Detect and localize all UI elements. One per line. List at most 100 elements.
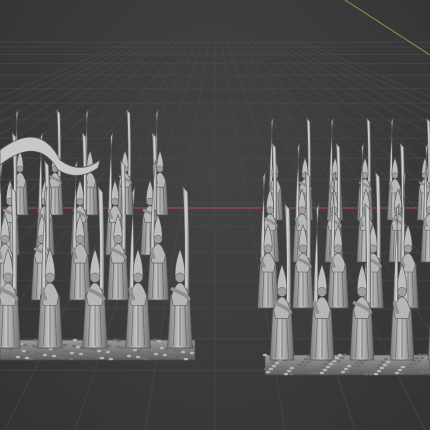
base-rubble [105, 350, 111, 354]
base-rubble [145, 350, 151, 354]
base-rubble [179, 356, 185, 360]
base-rubble [65, 350, 71, 354]
head [133, 272, 143, 283]
base-rubble [325, 365, 331, 369]
left-regiment-model[interactable] [0, 108, 196, 361]
base-rubble [108, 357, 114, 361]
head [357, 287, 367, 297]
base-rubble [112, 338, 118, 342]
base-rubble [31, 344, 37, 348]
base-rubble [68, 357, 74, 361]
base-rubble [416, 359, 422, 363]
base-rubble [383, 357, 389, 361]
base-rubble [38, 352, 44, 356]
base-rubble [274, 361, 280, 365]
base-rubble [340, 370, 346, 374]
base-rubble [183, 357, 189, 361]
base-rubble [422, 353, 428, 357]
base-rubble [143, 357, 149, 361]
base-rubble [21, 349, 27, 353]
base-rubble [24, 356, 30, 360]
base-rubble [262, 353, 268, 357]
base-rubble [420, 370, 426, 374]
base-rubble [414, 356, 420, 360]
base-rubble [176, 349, 182, 353]
base-rubble [342, 353, 348, 357]
base-rubble [122, 353, 128, 357]
base-rubble [302, 363, 308, 367]
head [317, 287, 327, 297]
base-rubble [356, 364, 362, 368]
base-rubble [377, 363, 383, 367]
base-rubble [343, 367, 349, 371]
base-rubble [126, 354, 132, 358]
base-rubble [413, 362, 419, 366]
head [75, 234, 85, 244]
base-rubble [297, 363, 303, 367]
base-rubble [135, 355, 141, 359]
base-rubble [11, 354, 17, 358]
base-rubble [363, 372, 369, 376]
base-rubble [368, 372, 374, 376]
base-rubble [22, 343, 28, 347]
base-rubble [317, 368, 323, 372]
head [90, 272, 100, 283]
base-rubble [59, 356, 65, 360]
3d-viewport[interactable] [0, 0, 430, 430]
base-rubble [346, 364, 352, 368]
base-rubble [51, 354, 57, 358]
base-rubble [382, 363, 388, 367]
base-rubble [116, 339, 122, 343]
base-rubble [351, 364, 357, 368]
head [397, 287, 407, 297]
base-rubble [69, 351, 75, 355]
head [277, 287, 287, 297]
base-rubble [300, 360, 306, 364]
base-rubble [139, 356, 145, 360]
base-rubble [166, 354, 172, 358]
base-rubble [78, 352, 84, 356]
base-rubble [376, 369, 382, 373]
base-rubble [419, 356, 425, 360]
head [0, 234, 10, 244]
head [76, 197, 84, 206]
base-rubble [323, 362, 329, 366]
base-rubble [52, 348, 58, 352]
base-rubble [271, 364, 277, 368]
base-rubble [156, 339, 162, 343]
base-rubble [180, 350, 186, 354]
base-rubble [75, 345, 81, 349]
base-rubble [132, 348, 138, 352]
base-rubble [348, 367, 354, 371]
head [111, 197, 119, 206]
base-rubble [373, 372, 379, 376]
right-regiment-model[interactable] [257, 117, 430, 376]
head [45, 272, 55, 283]
viewport-scene[interactable] [0, 0, 430, 430]
base-rubble [314, 371, 320, 375]
head [391, 172, 399, 179]
base-rubble [405, 365, 411, 369]
base-rubble [286, 369, 292, 373]
head [403, 244, 413, 254]
base-rubble [152, 338, 158, 342]
base-rubble [328, 362, 334, 366]
base-rubble [15, 355, 21, 359]
base-rubble [96, 349, 102, 353]
base-rubble [269, 361, 275, 365]
base-rubble [425, 370, 430, 374]
base-rubble [397, 368, 403, 372]
base-rubble [136, 349, 142, 353]
base-rubble [334, 356, 340, 360]
head [153, 234, 163, 244]
base-rubble [402, 368, 408, 372]
base-rubble [410, 365, 416, 369]
grid-line [74, 39, 204, 430]
head [16, 165, 24, 173]
base-rubble [319, 371, 325, 375]
head [298, 206, 306, 214]
base-rubble [62, 343, 68, 347]
base-rubble [28, 357, 34, 361]
base-rubble [55, 355, 61, 359]
base-rubble [32, 338, 38, 342]
